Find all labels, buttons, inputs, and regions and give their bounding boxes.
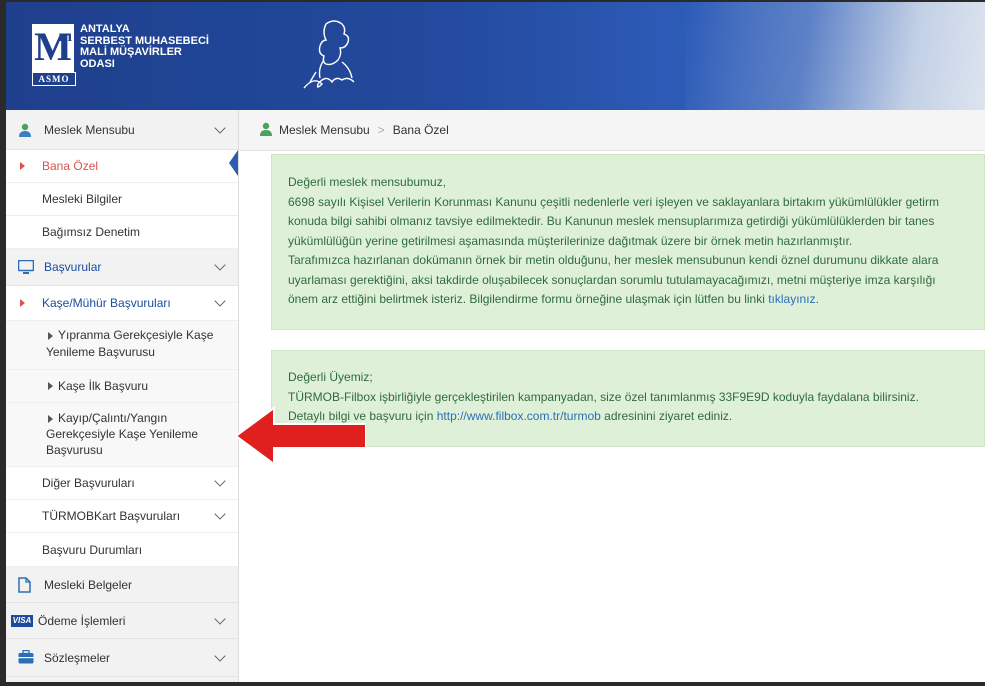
notice-greeting: Değerli meslek mensubumuz, (288, 175, 447, 189)
monitor-icon (18, 260, 34, 274)
ataturk-silhouette-icon (303, 20, 355, 89)
chevron-down-icon (214, 259, 226, 271)
chevron-down-icon (214, 475, 226, 487)
asmo-logo[interactable]: Mm ASMO ANTALYA SERBEST MUHASEBECİ MALİ … (28, 22, 248, 92)
site-header: Mm ASMO ANTALYA SERBEST MUHASEBECİ MALİ … (6, 2, 985, 110)
chevron-down-icon (214, 295, 226, 307)
caret-right-icon (20, 162, 25, 170)
sidebar-item-basvurular[interactable]: Başvurular (6, 249, 238, 286)
sidebar-item-kase-muhur-basvurulari[interactable]: Kaşe/Mühür Başvuruları (6, 286, 238, 321)
logo-badge: ASMO (32, 72, 76, 86)
chevron-down-icon (214, 508, 226, 520)
caret-right-icon (48, 382, 53, 390)
document-icon (18, 577, 31, 593)
sidebar-item-bana-ozel[interactable]: Bana Özel (6, 150, 238, 183)
caret-right-icon (48, 332, 53, 340)
form-download-link[interactable]: tıklayınız (768, 292, 815, 306)
visa-card-icon: VISA (11, 615, 33, 627)
chevron-down-icon (214, 613, 226, 625)
chevron-down-icon (214, 650, 226, 662)
logo-text: ANTALYA SERBEST MUHASEBECİ MALİ MÜŞAVİRL… (80, 23, 209, 70)
sidebar-item-kayip-calinti-yangin[interactable]: Kayıp/Çalıntı/Yangın Gerekçesiyle Kaşe Y… (6, 403, 238, 467)
sidebar-item-yipranma-kase-yenileme[interactable]: Yıpranma Gerekçesiyle Kaşe Yenileme Başv… (6, 321, 238, 370)
sidebar: Meslek Mensubu Bana Özel Mesleki Bilgile… (6, 110, 239, 682)
sidebar-item-meslek-mensubu[interactable]: Meslek Mensubu (6, 110, 238, 150)
red-annotation-arrow-icon (236, 406, 366, 466)
briefcase-icon (18, 650, 34, 664)
sidebar-item-sozlesmeler[interactable]: Sözleşmeler (6, 639, 238, 677)
caret-right-icon (48, 415, 53, 423)
breadcrumb-current: Bana Özel (392, 123, 449, 137)
user-icon (19, 123, 31, 137)
sidebar-item-diger-basvurulari[interactable]: Diğer Başvuruları (6, 467, 238, 500)
sidebar-item-basvuru-durumlari[interactable]: Başvuru Durumları (6, 533, 238, 567)
breadcrumb-separator: > (377, 123, 385, 137)
caret-right-icon (20, 299, 25, 307)
kvkk-notice: Değerli meslek mensubumuz, 6698 sayılı K… (271, 154, 985, 330)
sidebar-item-bagimsiz-denetim[interactable]: Bağımsız Denetim (6, 216, 238, 249)
sidebar-item-turmobkart-basvurulari[interactable]: TÜRMOBKart Başvuruları (6, 500, 238, 533)
chevron-down-icon (214, 122, 226, 134)
sidebar-item-kase-ilk-basvuru[interactable]: Kaşe İlk Başvuru (6, 370, 238, 403)
breadcrumb: Meslek Mensubu > Bana Özel (239, 110, 985, 151)
sidebar-item-mesleki-belgeler[interactable]: Mesleki Belgeler (6, 567, 238, 603)
filbox-link[interactable]: http://www.filbox.com.tr/turmob (437, 409, 601, 423)
breadcrumb-root[interactable]: Meslek Mensubu (279, 123, 370, 137)
notice-greeting: Değerli Üyemiz; (288, 370, 373, 384)
filbox-campaign-notice: Değerli Üyemiz; TÜRMOB-Filbox işbirliğiy… (271, 350, 985, 447)
user-icon (260, 122, 272, 136)
active-indicator (229, 150, 238, 176)
sidebar-item-odeme-islemleri[interactable]: VISA Ödeme İşlemleri (6, 603, 238, 639)
sidebar-item-mesleki-bilgiler[interactable]: Mesleki Bilgiler (6, 183, 238, 216)
header-photo (685, 2, 985, 110)
logo-mark: Mm (32, 24, 74, 72)
browser-viewport: Mm ASMO ANTALYA SERBEST MUHASEBECİ MALİ … (6, 2, 985, 682)
